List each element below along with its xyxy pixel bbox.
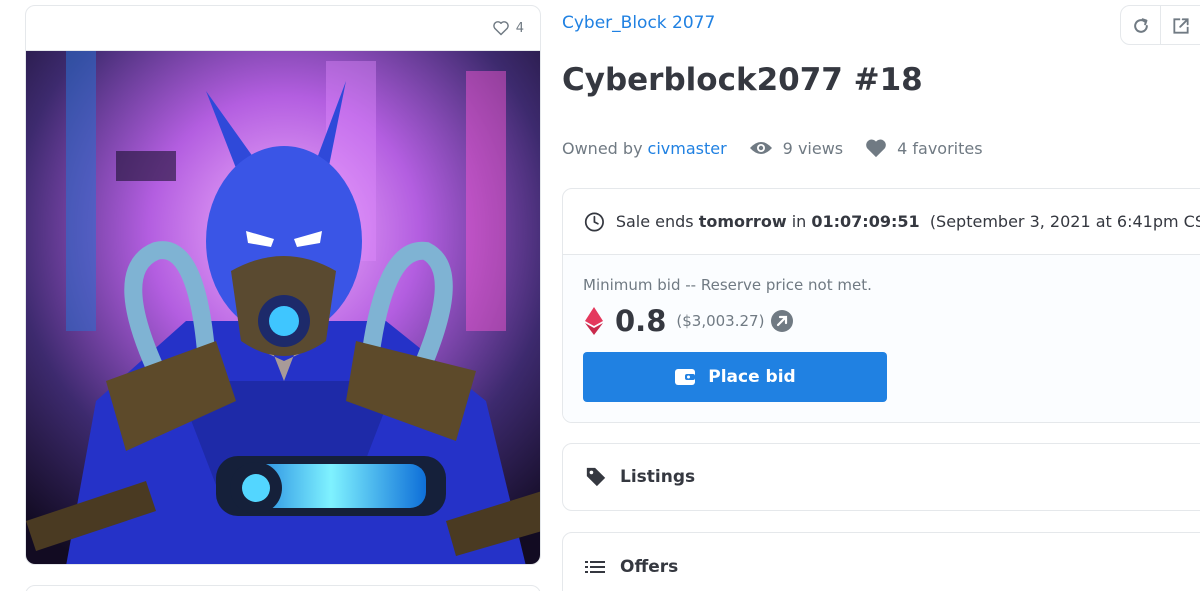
tag-icon [586, 467, 606, 487]
favorites-stat[interactable]: 4 favorites [865, 138, 983, 158]
eye-icon [749, 142, 772, 154]
sale-countdown: 01:07:09:51 [811, 212, 920, 231]
sale-in-label: in [791, 212, 807, 231]
price-row: 0.8 ($3,003.27) [583, 303, 1200, 339]
favorites-count: 4 favorites [897, 138, 983, 158]
list-icon [585, 561, 605, 573]
favorite-button[interactable]: 4 [492, 20, 524, 36]
wallet-icon [675, 369, 696, 385]
item-title: Cyberblock2077 #18 [562, 62, 923, 98]
listings-accordion[interactable]: Listings [562, 443, 1200, 511]
nft-media-card: 4 [25, 5, 541, 565]
favorite-count: 4 [515, 20, 524, 36]
sale-panel: Sale ends tomorrow in 01:07:09:51 (Septe… [562, 188, 1200, 423]
nft-artwork-image[interactable] [26, 51, 541, 565]
ethereum-icon [585, 307, 603, 335]
heart-outline-icon [492, 21, 509, 36]
offers-label: Offers [620, 557, 679, 577]
place-bid-label: Place bid [708, 367, 796, 387]
min-bid-label: Minimum bid -- Reserve price not met. [583, 276, 872, 294]
views-stat: 9 views [749, 139, 843, 158]
item-meta-row: Owned by civmaster 9 views 4 favorites [562, 136, 983, 160]
offers-accordion[interactable]: Offers [562, 532, 1200, 591]
media-card-footer [25, 585, 541, 591]
item-toolbar [1120, 5, 1200, 45]
clock-icon [584, 211, 604, 232]
owned-by-label: Owned by [562, 138, 643, 158]
open-external-button[interactable] [1161, 6, 1200, 44]
owner-link[interactable]: civmaster [648, 139, 727, 158]
media-card-header: 4 [26, 6, 540, 51]
price-value: 0.8 [615, 304, 667, 338]
listings-label: Listings [620, 467, 696, 487]
bid-section: Minimum bid -- Reserve price not met. 0.… [563, 255, 1200, 422]
heart-icon [866, 139, 886, 158]
price-usd: ($3,003.27) [676, 312, 765, 330]
external-link-icon [1172, 18, 1189, 34]
sale-end-day: tomorrow [698, 212, 787, 231]
refresh-icon [1133, 18, 1148, 33]
views-count: 9 views [782, 138, 844, 158]
sale-ends-label: Sale ends [615, 212, 694, 231]
collection-link[interactable]: Cyber_Block 2077 [562, 13, 715, 33]
place-bid-button[interactable]: Place bid [583, 352, 887, 402]
refresh-button[interactable] [1121, 6, 1161, 44]
sale-countdown-header: Sale ends tomorrow in 01:07:09:51 (Septe… [563, 189, 1200, 255]
sale-end-datetime: (September 3, 2021 at 6:41pm CST) [929, 212, 1200, 231]
price-link-icon[interactable] [770, 309, 794, 333]
